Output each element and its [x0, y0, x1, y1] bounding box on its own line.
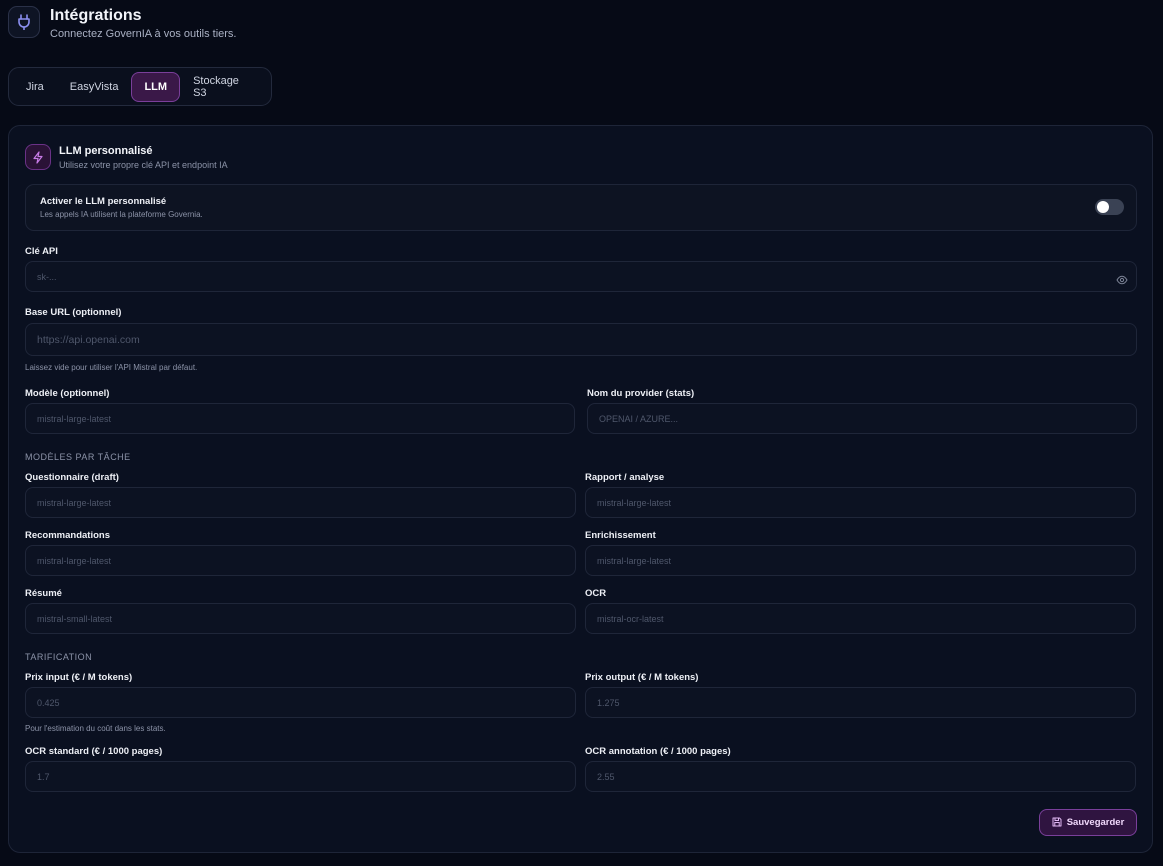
questionnaire-label: Questionnaire (draft) [25, 472, 119, 483]
enrichissement-field [585, 545, 1136, 576]
floppy-disk-icon [1052, 814, 1062, 832]
price-output-input[interactable] [597, 697, 1124, 708]
ocr-standard-field [25, 761, 576, 792]
card-header: LLM personnalisé Utilisez votre propre c… [25, 144, 228, 170]
pricing-section-title: TARIFICATION [25, 652, 93, 662]
api-key-input[interactable] [37, 271, 1125, 282]
enable-llm-description: Les appels IA utilisent la plateforme Go… [40, 210, 203, 219]
enable-llm-toggle[interactable] [1095, 199, 1124, 215]
lightning-icon [25, 144, 51, 170]
recommandations-field [25, 545, 576, 576]
resume-label: Résumé [25, 588, 62, 599]
ocr-field [585, 603, 1136, 634]
ocr-input[interactable] [597, 613, 1124, 624]
provider-input[interactable] [599, 413, 1125, 424]
rapport-field [585, 487, 1136, 518]
price-input-input[interactable] [37, 697, 564, 708]
resume-field [25, 603, 576, 634]
ocr-annotation-field [585, 761, 1136, 792]
model-input[interactable] [37, 413, 563, 424]
recommandations-input[interactable] [37, 555, 564, 566]
llm-settings-card: LLM personnalisé Utilisez votre propre c… [8, 125, 1153, 853]
enable-llm-panel: Activer le LLM personnalisé Les appels I… [25, 184, 1137, 231]
ocr-annotation-input[interactable] [597, 771, 1124, 782]
enrichissement-input[interactable] [597, 555, 1124, 566]
enable-llm-title: Activer le LLM personnalisé [40, 196, 167, 207]
save-button[interactable]: Sauvegarder [1039, 809, 1137, 836]
ocr-standard-input[interactable] [37, 771, 564, 782]
ocr-label: OCR [585, 588, 607, 599]
price-input-label: Prix input (€ / M tokens) [25, 672, 133, 683]
toggle-knob [1097, 201, 1109, 213]
task-models-section-title: MODÈLES PAR TÂCHE [25, 452, 131, 462]
provider-label: Nom du provider (stats) [587, 388, 695, 399]
tab-jira[interactable]: Jira [13, 72, 57, 102]
base-url-input[interactable] [37, 333, 1125, 346]
base-url-hint: Laissez vide pour utiliser l'API Mistral… [25, 363, 198, 372]
api-key-field [25, 261, 1137, 292]
rapport-input[interactable] [597, 497, 1124, 508]
page-subtitle: Connectez GovernIA à vos outils tiers. [50, 28, 237, 40]
eye-icon[interactable] [1116, 272, 1128, 290]
page-title: Intégrations [50, 7, 142, 24]
tab-stockage-s3[interactable]: Stockage S3 [180, 72, 267, 102]
questionnaire-input[interactable] [37, 497, 564, 508]
ocr-annotation-label: OCR annotation (€ / 1000 pages) [585, 746, 731, 757]
base-url-field [25, 323, 1137, 356]
model-label: Modèle (optionnel) [25, 388, 110, 399]
card-subtitle: Utilisez votre propre clé API et endpoin… [59, 160, 228, 170]
recommandations-label: Recommandations [25, 530, 110, 541]
price-output-field [585, 687, 1136, 718]
save-label: Sauvegarder [1066, 817, 1125, 828]
provider-field [587, 403, 1137, 434]
resume-input[interactable] [37, 613, 564, 624]
model-field [25, 403, 575, 434]
card-title: LLM personnalisé [59, 145, 153, 157]
price-input-field [25, 687, 576, 718]
enrichissement-label: Enrichissement [585, 530, 656, 541]
questionnaire-field [25, 487, 576, 518]
api-key-label: Clé API [25, 246, 58, 257]
rapport-label: Rapport / analyse [585, 472, 665, 483]
price-output-label: Prix output (€ / M tokens) [585, 672, 699, 683]
plug-icon [8, 6, 40, 38]
ocr-standard-label: OCR standard (€ / 1000 pages) [25, 746, 163, 757]
integration-tabs: Jira EasyVista LLM Stockage S3 [8, 67, 272, 106]
page-header: Intégrations Connectez GovernIA à vos ou… [8, 6, 236, 40]
tab-easyvista[interactable]: EasyVista [57, 72, 132, 102]
base-url-label: Base URL (optionnel) [25, 307, 122, 318]
tab-llm[interactable]: LLM [131, 71, 181, 102]
pricing-hint: Pour l'estimation du coût dans les stats… [25, 724, 166, 733]
